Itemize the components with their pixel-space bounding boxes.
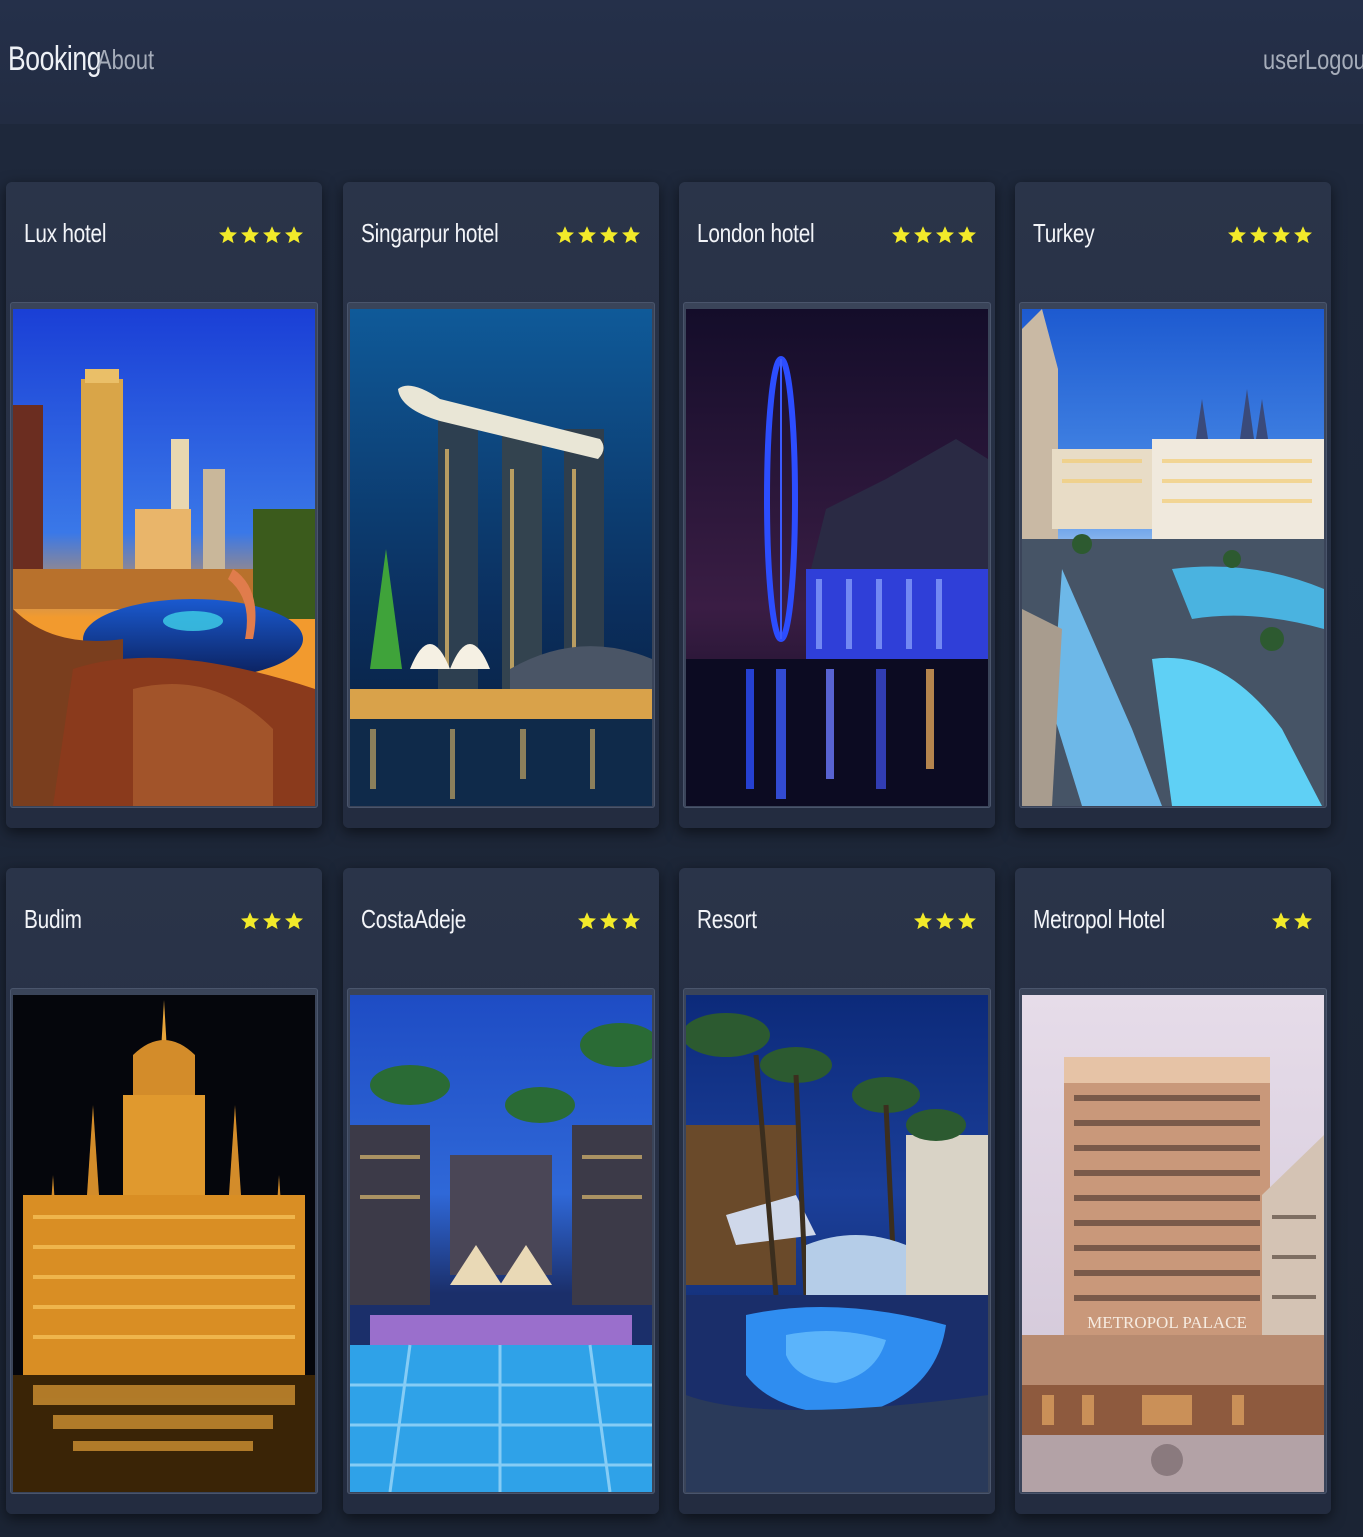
nav-logout-link[interactable]: Logout — [1305, 44, 1363, 76]
star-rating — [891, 225, 977, 245]
photo-frame — [1019, 302, 1327, 808]
hotel-card[interactable]: Metropol Hotel METROPOL PALACE — [1015, 868, 1331, 1514]
london-eye-night-photo[interactable] — [686, 309, 988, 806]
photo-frame — [683, 988, 991, 1494]
hotel-name: London hotel — [697, 218, 815, 248]
star-icon — [556, 226, 574, 244]
star-icon — [958, 912, 976, 930]
star-icon — [285, 226, 303, 244]
star-icon — [914, 226, 932, 244]
hotel-card[interactable]: Lux hotel — [6, 182, 322, 828]
star-icon — [936, 912, 954, 930]
star-icon — [622, 912, 640, 930]
star-icon — [1228, 226, 1246, 244]
hotel-name: CostaAdeje — [361, 904, 467, 934]
photo-frame — [10, 988, 318, 1494]
card-header: Resort — [679, 868, 995, 980]
star-icon — [936, 226, 954, 244]
hotel-grid: Lux hotel Singarpur hotel London hotel T… — [0, 124, 1363, 1537]
star-icon — [914, 912, 932, 930]
card-header: Budim — [6, 868, 322, 980]
costa-adeje-pool-night-photo[interactable] — [350, 995, 652, 1492]
star-icon — [1294, 226, 1312, 244]
top-navbar: Booking About user Logout — [0, 0, 1363, 124]
las-vegas-resort-night-photo[interactable] — [13, 309, 315, 806]
marina-bay-sands-night-photo[interactable] — [350, 309, 652, 806]
hotel-name: Turkey — [1033, 218, 1095, 248]
star-icon — [263, 912, 281, 930]
hotel-card[interactable]: Turkey — [1015, 182, 1331, 828]
photo-frame — [10, 302, 318, 808]
hotel-card[interactable]: CostaAdeje — [343, 868, 659, 1514]
photo-frame — [683, 302, 991, 808]
star-icon — [578, 912, 596, 930]
hotel-name: Singarpur hotel — [361, 218, 499, 248]
card-header: Singarpur hotel — [343, 182, 659, 294]
star-icon — [1250, 226, 1268, 244]
card-header: Lux hotel — [6, 182, 322, 294]
star-icon — [578, 226, 596, 244]
star-icon — [263, 226, 281, 244]
star-icon — [622, 226, 640, 244]
star-icon — [219, 226, 237, 244]
star-rating — [555, 225, 641, 245]
hotel-name: Metropol Hotel — [1033, 904, 1165, 934]
star-rating — [913, 911, 977, 931]
star-rating — [240, 911, 304, 931]
star-icon — [1294, 912, 1312, 930]
card-header: Turkey — [1015, 182, 1331, 294]
hotel-card[interactable]: Budim — [6, 868, 322, 1514]
budapest-parliament-night-photo[interactable] — [13, 995, 315, 1492]
star-icon — [958, 226, 976, 244]
photo-frame: METROPOL PALACE — [1019, 988, 1327, 1494]
nav-about-link[interactable]: About — [97, 44, 154, 76]
star-icon — [241, 912, 259, 930]
card-header: CostaAdeje — [343, 868, 659, 980]
star-icon — [241, 226, 259, 244]
star-rating — [1227, 225, 1313, 245]
hotel-card[interactable]: Singarpur hotel — [343, 182, 659, 828]
star-icon — [600, 226, 618, 244]
nav-user-link[interactable]: user — [1263, 44, 1305, 76]
hotel-card[interactable]: Resort — [679, 868, 995, 1514]
star-icon — [1272, 226, 1290, 244]
metropol-sign: METROPOL PALACE — [1087, 1313, 1247, 1332]
hotel-name: Lux hotel — [24, 218, 107, 248]
star-rating — [1271, 911, 1313, 931]
card-header: London hotel — [679, 182, 995, 294]
turkish-palace-hotel-photo[interactable] — [1022, 309, 1324, 806]
star-icon — [1272, 912, 1290, 930]
hotel-name: Budim — [24, 904, 82, 934]
brand-link[interactable]: Booking — [8, 40, 102, 79]
star-icon — [600, 912, 618, 930]
hotel-name: Resort — [697, 904, 757, 934]
star-icon — [285, 912, 303, 930]
star-rating — [218, 225, 304, 245]
photo-frame — [347, 302, 655, 808]
tropical-resort-pool-photo[interactable] — [686, 995, 988, 1492]
star-rating — [577, 911, 641, 931]
star-icon — [892, 226, 910, 244]
metropol-palace-hotel-photo[interactable]: METROPOL PALACE — [1022, 995, 1324, 1492]
card-header: Metropol Hotel — [1015, 868, 1331, 980]
photo-frame — [347, 988, 655, 1494]
hotel-card[interactable]: London hotel — [679, 182, 995, 828]
